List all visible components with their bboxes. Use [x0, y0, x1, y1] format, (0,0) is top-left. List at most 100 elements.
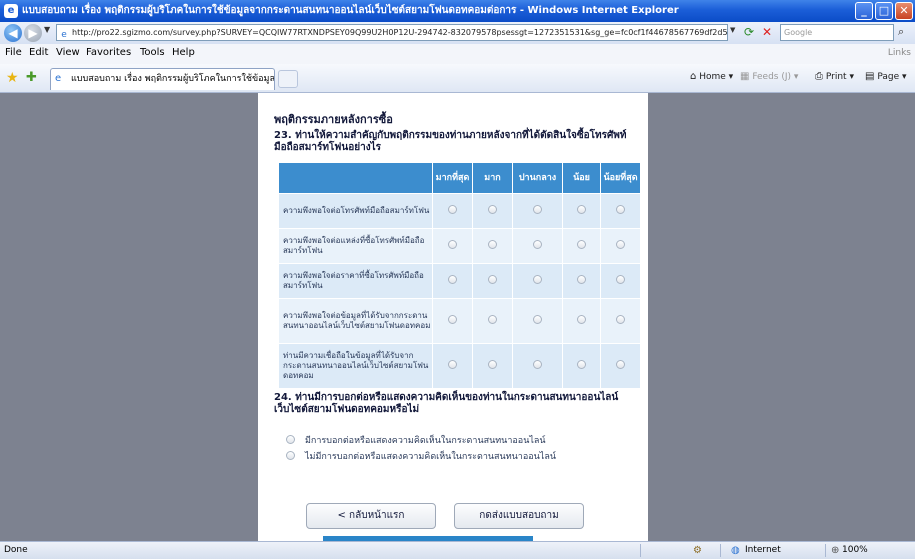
radio-button[interactable]	[488, 275, 497, 284]
refresh-icon[interactable]: ⟳	[744, 25, 758, 39]
status-divider	[720, 544, 721, 557]
window-titlebar: e แบบสอบถาม เรื่อง พฤติกรรมผู้บริโภคในกา…	[0, 0, 915, 22]
print-label: Print	[825, 72, 847, 82]
menu-file[interactable]: File	[5, 47, 22, 58]
q24-option-yes[interactable]: มีการบอกต่อหรือแสดงความคิดเห็นในกระดานสน…	[286, 433, 546, 447]
url-input[interactable]: e http://pro22.sgizmo.com/survey.php?SURV…	[56, 24, 728, 41]
page-icon: e	[61, 30, 67, 40]
radio-button[interactable]	[577, 360, 586, 369]
radio-button[interactable]	[448, 360, 457, 369]
submit-survey-button[interactable]: กดส่งแบบสอบถาม	[454, 503, 584, 529]
radio-button[interactable]	[533, 315, 542, 324]
option-label: ไม่มีการบอกต่อหรือแสดงความคิดเห็นในกระดา…	[305, 452, 556, 462]
page-menu-button[interactable]: ▤ Page ▾	[865, 71, 907, 82]
stop-icon[interactable]: ✕	[762, 25, 776, 39]
search-icon[interactable]: ⌕	[898, 25, 912, 39]
arrow-right-icon: ▶	[28, 26, 38, 40]
status-divider	[825, 544, 826, 557]
window-controls: _ □ ✕	[855, 2, 913, 20]
zoom-level[interactable]: 100%	[842, 542, 868, 558]
row-label: ความพึงพอใจต่อข้อมูลที่ได้รับจากกระดานสน…	[278, 298, 433, 344]
question-24: 24. ท่านมีการบอกต่อหรือแสดงความคิดเห็นขอ…	[274, 392, 619, 415]
radio-button[interactable]	[448, 205, 457, 214]
q24-option-no[interactable]: ไม่มีการบอกต่อหรือแสดงความคิดเห็นในกระดา…	[286, 449, 556, 463]
radio-button[interactable]	[488, 360, 497, 369]
page-icon: ▤	[865, 71, 875, 82]
radio-button[interactable]	[577, 205, 586, 214]
row-label: ความพึงพอใจต่อราคาที่ซื้อโทรศัพท์มือถือส…	[278, 263, 433, 299]
history-dropdown[interactable]: ▼	[44, 25, 50, 34]
home-button[interactable]: ⌂ Home ▾	[690, 71, 733, 82]
favorites-star-icon[interactable]: ★	[6, 70, 19, 86]
window-title: แบบสอบถาม เรื่อง พฤติกรรมผู้บริโภคในการใ…	[22, 5, 679, 16]
security-zone: Internet	[745, 545, 781, 555]
new-tab-button[interactable]	[278, 70, 298, 88]
status-bar: Done ⚙ ◍ Internet ⊕ 100%	[0, 541, 915, 559]
radio-button[interactable]	[448, 275, 457, 284]
maximize-button[interactable]: □	[875, 2, 893, 20]
column-header: น้อยที่สุด	[600, 162, 641, 194]
links-toolbar[interactable]: Links	[888, 48, 911, 58]
search-input[interactable]: Google	[780, 24, 894, 41]
arrow-left-icon: ◀	[8, 26, 18, 40]
table-row: ความพึงพอใจต่อโทรศัพท์มือถือสมาร์ทโฟน	[278, 193, 641, 229]
survey-panel: พฤติกรรมภายหลังการซื้อ 23. ท่านให้ความสำ…	[258, 93, 648, 541]
option-label: มีการบอกต่อหรือแสดงความคิดเห็นในกระดานสน…	[305, 436, 546, 446]
status-divider	[640, 544, 641, 557]
radio-button[interactable]	[616, 240, 625, 249]
address-bar: ◀ ▶ ▼ e http://pro22.sgizmo.com/survey.ph…	[0, 22, 915, 45]
radio-button[interactable]	[533, 205, 542, 214]
radio-button[interactable]	[286, 435, 295, 444]
printer-icon: ⎙	[815, 71, 823, 82]
forward-button[interactable]: ▶	[24, 24, 42, 42]
close-button[interactable]: ✕	[895, 2, 913, 20]
menu-help[interactable]: Help	[172, 47, 195, 58]
radio-button[interactable]	[488, 240, 497, 249]
menu-favorites[interactable]: Favorites	[86, 47, 131, 58]
url-text: http://pro22.sgizmo.com/survey.php?SURVE…	[72, 28, 728, 37]
radio-button[interactable]	[616, 360, 625, 369]
menu-edit[interactable]: Edit	[29, 47, 48, 58]
radio-button[interactable]	[616, 275, 625, 284]
page-content: พฤติกรรมภายหลังการซื้อ 23. ท่านให้ความสำ…	[0, 93, 915, 541]
radio-button[interactable]	[616, 315, 625, 324]
globe-icon: ◍	[731, 545, 740, 556]
radio-button[interactable]	[616, 205, 625, 214]
back-button[interactable]: ◀	[4, 24, 22, 42]
feeds-button[interactable]: ▦ Feeds (J) ▾	[740, 71, 798, 82]
radio-button[interactable]	[286, 451, 295, 460]
back-to-start-button[interactable]: < กลับหน้าแรก	[306, 503, 436, 529]
radio-button[interactable]	[448, 240, 457, 249]
radio-button[interactable]	[533, 240, 542, 249]
zoom-icon[interactable]: ⊕	[831, 543, 839, 559]
tab-label: แบบสอบถาม เรื่อง พฤติกรรมผู้บริโภคในการใ…	[71, 74, 275, 84]
radio-button[interactable]	[488, 205, 497, 214]
home-label: Home	[699, 72, 726, 82]
radio-button[interactable]	[488, 315, 497, 324]
menu-tools[interactable]: Tools	[140, 47, 165, 58]
radio-button[interactable]	[577, 315, 586, 324]
addon-icon[interactable]: ⚙	[693, 543, 702, 559]
radio-button[interactable]	[533, 275, 542, 284]
column-header: มาก	[472, 162, 513, 194]
menu-view[interactable]: View	[56, 47, 80, 58]
page-icon: e	[55, 73, 62, 84]
tab-survey[interactable]: e แบบสอบถาม เรื่อง พฤติกรรมผู้บริโภคในกา…	[50, 68, 275, 90]
matrix-corner	[278, 162, 433, 194]
rating-matrix: มากที่สุด มาก ปานกลาง น้อย น้อยที่สุด คว…	[278, 162, 641, 389]
question-23: 23. ท่านให้ความสำคัญกับพฤติกรรมของท่านภา…	[274, 130, 627, 153]
radio-button[interactable]	[577, 240, 586, 249]
print-button[interactable]: ⎙ Print ▾	[815, 71, 854, 82]
radio-button[interactable]	[577, 275, 586, 284]
minimize-button[interactable]: _	[855, 2, 873, 20]
add-favorites-icon[interactable]: ✚	[26, 70, 37, 85]
radio-button[interactable]	[448, 315, 457, 324]
status-text: Done	[4, 545, 28, 555]
table-row: ท่านมีความเชื่อถือในข้อมูลที่ได้รับจากกร…	[278, 343, 641, 389]
column-header: มากที่สุด	[432, 162, 473, 194]
page-label: Page	[877, 72, 900, 82]
menu-bar: File Edit View Favorites Tools Help Link…	[0, 44, 915, 65]
radio-button[interactable]	[533, 360, 542, 369]
row-label: ความพึงพอใจต่อแหล่งที่ซื้อโทรศัพท์มือถือ…	[278, 228, 433, 264]
url-dropdown-icon[interactable]: ▼	[730, 26, 740, 38]
